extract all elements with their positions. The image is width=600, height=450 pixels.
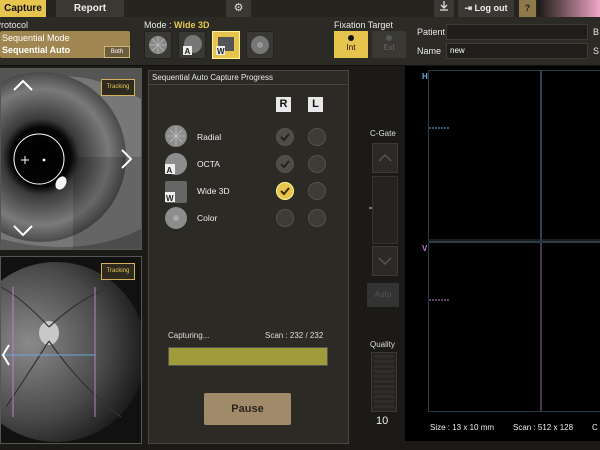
svg-text:W: W: [217, 47, 225, 56]
panel-title: Sequential Auto Capture Progress: [152, 73, 273, 82]
tab-report[interactable]: Report: [56, 0, 124, 17]
mode-wide3d-button[interactable]: W: [212, 31, 240, 59]
panel-divider: [149, 84, 347, 85]
mode-octa-button[interactable]: A: [178, 31, 206, 59]
wide3d-left-check: [308, 182, 326, 200]
fixation-internal-button[interactable]: Int: [334, 31, 368, 58]
patient-id-field[interactable]: [446, 24, 588, 40]
fixation-internal-label: Int: [346, 43, 356, 52]
vertical-bscan[interactable]: [428, 242, 600, 412]
wide3d-right-check: [276, 182, 294, 200]
fixation-external-button[interactable]: Ext: [372, 31, 406, 58]
move-up-icon[interactable]: [12, 78, 34, 94]
fundus-image: [1, 257, 141, 443]
row-label-octa: OCTA: [197, 159, 220, 169]
move-down-icon[interactable]: [12, 224, 34, 240]
mode-title: Mode : Wide 3D: [144, 20, 209, 30]
mode-radial-button[interactable]: [144, 31, 172, 59]
patient-name-field[interactable]: new: [446, 43, 588, 59]
download-icon[interactable]: [434, 0, 454, 17]
cgate-down-button[interactable]: [372, 246, 398, 276]
window-edge: [538, 0, 600, 17]
scan-extra: C: [592, 423, 598, 432]
radial-right-check: [276, 128, 294, 146]
auto-button[interactable]: Auto: [367, 283, 399, 307]
left-eye-header: L: [308, 97, 323, 112]
target-dot-icon: [348, 35, 354, 41]
radial-left-check: [308, 128, 326, 146]
octa-scan-icon: A: [165, 153, 187, 175]
row-label-radial: Radial: [197, 132, 222, 142]
logout-icon: ⇥: [464, 3, 475, 13]
quality-meter: [371, 352, 397, 412]
mode-label: Mode :: [144, 20, 172, 30]
right-eye-header: R: [276, 97, 291, 112]
pause-button[interactable]: Pause: [204, 393, 291, 425]
protocol-title: Protocol: [0, 20, 29, 30]
horizontal-bscan[interactable]: [428, 70, 600, 242]
row-label-wide3d: Wide 3D: [197, 186, 230, 196]
color-right-check: [276, 209, 294, 227]
tracking-badge-top[interactable]: Tracking: [101, 79, 135, 96]
logout-label: Log out: [474, 3, 508, 13]
capturing-status: Capturing...: [168, 331, 210, 340]
mode-value: Wide 3D: [174, 20, 210, 30]
help-button[interactable]: ?: [519, 0, 536, 17]
logout-button[interactable]: ⇥ Log out: [458, 0, 514, 17]
move-right-icon[interactable]: [120, 148, 134, 172]
gear-icon[interactable]: ⚙: [226, 0, 251, 17]
cgate-label: C-Gate: [370, 129, 396, 138]
extra-label-1: B: [593, 27, 600, 37]
mode-color-button[interactable]: [246, 31, 274, 59]
scan-size: Size : 13 x 10 mm: [430, 423, 495, 432]
extra-label-2: S: [593, 46, 600, 56]
fixation-title: Fixation Target: [334, 20, 393, 30]
cgate-slider[interactable]: [369, 176, 398, 244]
v-scan-label: V: [422, 244, 428, 253]
scan-count: Scan : 232 / 232: [265, 331, 324, 340]
patient-name-label: Name: [417, 46, 442, 56]
color-left-check: [308, 209, 326, 227]
quality-label: Quality: [370, 340, 395, 349]
h-scan-label: H: [422, 72, 428, 81]
cgate-up-button[interactable]: [372, 143, 398, 173]
octa-right-check: [276, 155, 294, 173]
fundus-view[interactable]: [0, 256, 142, 444]
scan-resolution: Scan : 512 x 128: [513, 423, 574, 432]
tracking-badge-bottom[interactable]: Tracking: [101, 263, 135, 280]
svg-text:A: A: [185, 47, 191, 56]
wide3d-scan-icon: W: [165, 181, 187, 203]
target-dot-icon: [386, 35, 392, 41]
fixation-external-label: Ext: [383, 43, 395, 52]
octa-left-check: [308, 155, 326, 173]
tab-capture[interactable]: Capture: [0, 0, 46, 17]
cgate-marker: [369, 207, 372, 209]
quality-value: 10: [376, 415, 389, 427]
capture-progress-fill: [169, 348, 327, 365]
svg-text:W: W: [166, 194, 174, 203]
color-scan-icon: [165, 207, 187, 229]
protocol-mode: Sequential Mode: [2, 33, 70, 43]
row-label-color: Color: [197, 213, 218, 223]
protocol-name: Sequential Auto: [2, 45, 71, 55]
svg-text:A: A: [167, 166, 173, 175]
both-eyes-badge: Both: [104, 46, 130, 58]
capture-progress-bar: [168, 347, 328, 366]
radial-scan-icon: [165, 125, 187, 147]
